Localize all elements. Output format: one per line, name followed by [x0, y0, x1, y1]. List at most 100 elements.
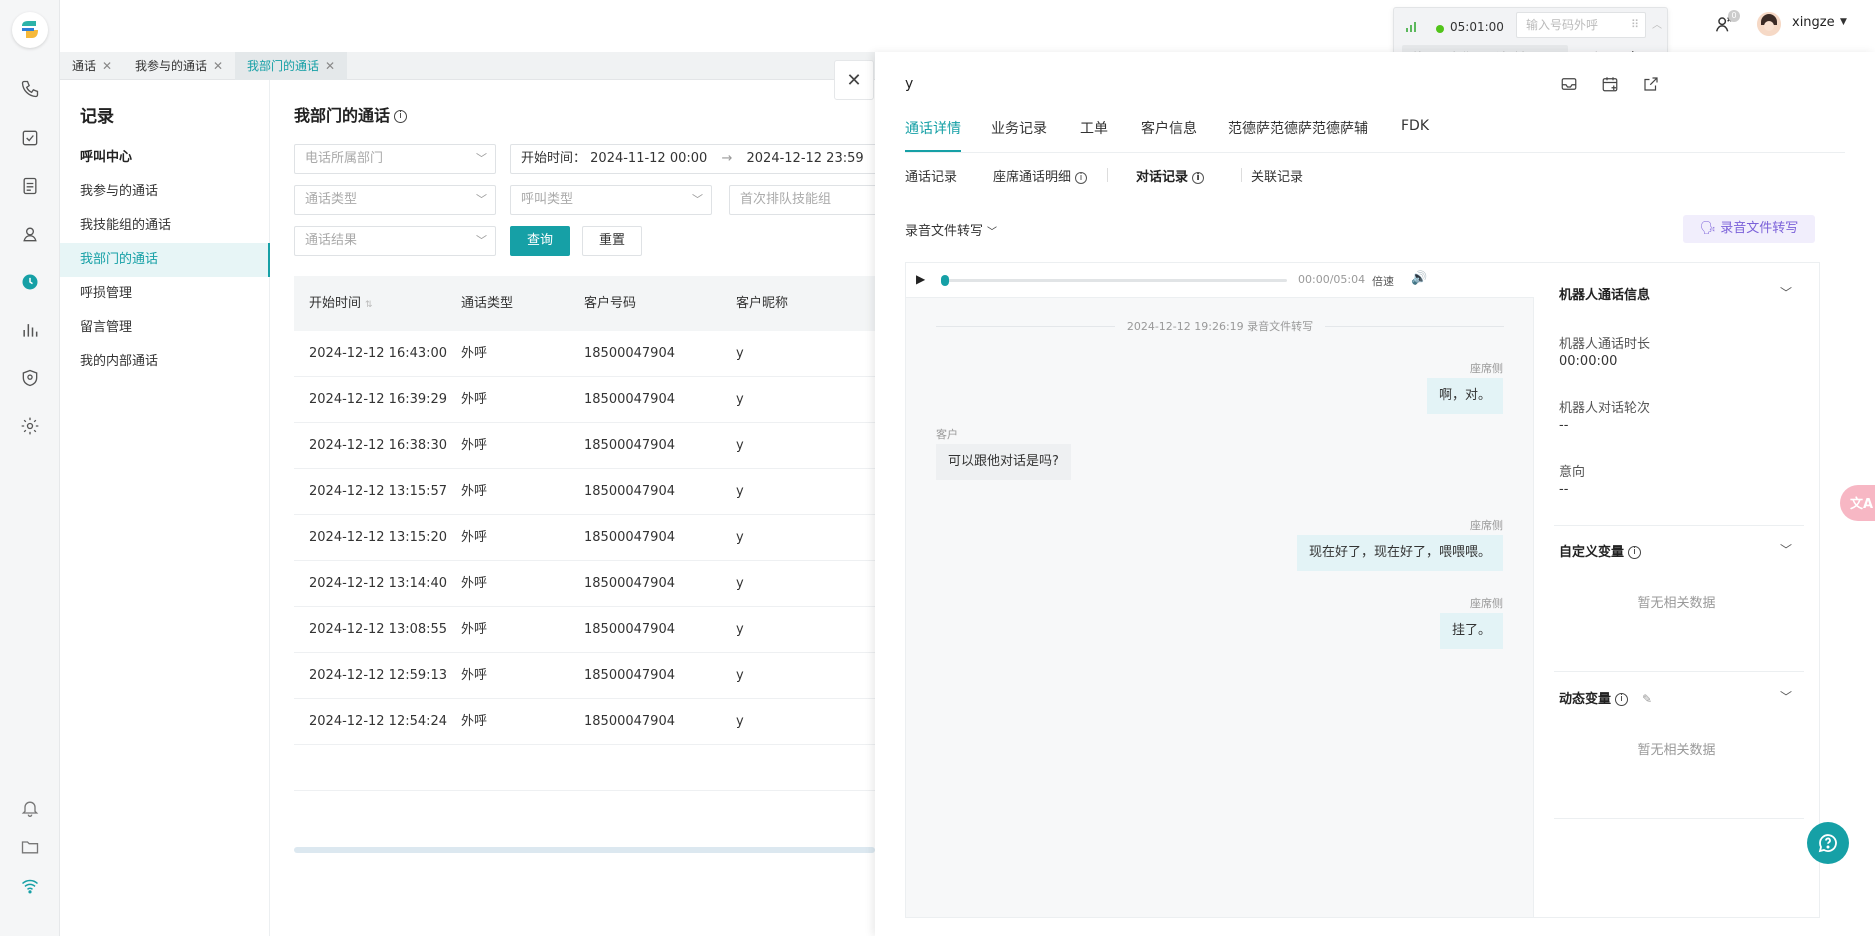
header-start-time[interactable]: 开始时间 ⇅: [309, 276, 373, 333]
table-row[interactable]: 2024-12-12 12:59:13 外呼 18500047904 y: [294, 653, 875, 699]
sidebar-item-my-department[interactable]: 我部门的通话: [60, 243, 270, 277]
tab-my-department[interactable]: 我部门的通话 ✕: [235, 52, 348, 80]
app-logo[interactable]: [12, 12, 48, 48]
shield-icon[interactable]: [18, 366, 42, 390]
username[interactable]: xingze: [1792, 15, 1835, 30]
tab-my-participated[interactable]: 我参与的通话 ✕: [123, 52, 235, 80]
dial-input[interactable]: 输入号码外呼 ⠿: [1516, 12, 1646, 38]
table-row[interactable]: 2024-12-12 13:08:55 外呼 18500047904 y: [294, 607, 875, 653]
sidebar-item-my-participated[interactable]: 我参与的通话: [60, 175, 270, 209]
records-clock-icon[interactable]: [18, 270, 42, 294]
query-button[interactable]: 查询: [510, 226, 570, 256]
speaker-label: 座席侧: [1470, 597, 1503, 610]
speed-button[interactable]: 倍速: [1372, 273, 1394, 289]
team-icon[interactable]: 0: [1713, 10, 1740, 37]
avatar[interactable]: [1757, 12, 1781, 36]
info-icon[interactable]: i: [1628, 546, 1642, 559]
call-type-select[interactable]: 通话类型 ﹀: [294, 185, 496, 215]
table-row[interactable]: 2024-12-12 16:43:00 外呼 18500047904 y: [294, 331, 875, 377]
tab-work-order[interactable]: 工单: [1080, 118, 1108, 152]
cell-call-type: 外呼: [461, 392, 488, 407]
section-divider: [1554, 525, 1804, 526]
progress-track[interactable]: [941, 275, 1287, 286]
horizontal-scrollbar[interactable]: [294, 847, 875, 853]
tab-calls[interactable]: 通话 ✕: [60, 52, 124, 80]
calendar-add-icon[interactable]: [1601, 75, 1619, 97]
robot-rounds-value: --: [1559, 418, 1569, 433]
bell-icon[interactable]: [18, 796, 42, 820]
table-row[interactable]: 2024-12-12 13:15:20 外呼 18500047904 y: [294, 515, 875, 561]
close-drawer-button[interactable]: ✕: [834, 60, 874, 100]
sidebar-item-call-center[interactable]: 呼叫中心: [60, 141, 270, 175]
call-type-placeholder: 通话类型: [305, 192, 358, 207]
tab-business-records[interactable]: 业务记录: [991, 118, 1047, 152]
open-external-icon[interactable]: [1642, 75, 1660, 97]
chevron-down-icon: ﹀: [476, 152, 487, 165]
tab-custom[interactable]: 范德萨范德萨范德萨辅: [1228, 118, 1368, 152]
robot-rounds-label: 机器人对话轮次: [1559, 401, 1651, 416]
header-label: 开始时间: [309, 296, 362, 311]
table-row[interactable]: 2024-12-12 13:15:57 外呼 18500047904 y: [294, 469, 875, 515]
sort-icon[interactable]: ⇅: [365, 300, 373, 310]
start-time-range[interactable]: 开始时间： 2024-11-12 00:00 → 2024-12-12 23:5…: [510, 144, 890, 174]
contacts-icon[interactable]: [18, 222, 42, 246]
translate-float-button[interactable]: 文A: [1840, 485, 1875, 521]
document-icon[interactable]: [18, 174, 42, 198]
close-icon[interactable]: ✕: [102, 59, 112, 73]
subtab-related-records[interactable]: 关联记录: [1251, 166, 1303, 185]
chevron-down-icon[interactable]: ﹀: [1780, 688, 1792, 705]
chat-header-text: 2024-12-12 19:26:19 录音文件转写: [1114, 320, 1326, 333]
play-icon[interactable]: ▶: [916, 272, 925, 286]
sidebar-item-lost-calls[interactable]: 呼损管理: [60, 277, 270, 311]
mail-icon[interactable]: [1560, 75, 1578, 97]
tab-fdk[interactable]: FDK: [1401, 118, 1429, 152]
report-chart-icon[interactable]: [18, 318, 42, 342]
info-icon[interactable]: i: [394, 110, 408, 123]
progress-handle[interactable]: [941, 275, 949, 286]
table-row[interactable]: 2024-12-12 16:38:30 外呼 18500047904 y: [294, 423, 875, 469]
custom-vars-title: 自定义变量 i: [1559, 541, 1642, 560]
transcribe-dropdown[interactable]: 录音文件转写 ﹀: [905, 220, 997, 239]
user-menu-caret-icon[interactable]: ▼: [1840, 17, 1847, 27]
tab-customer-info[interactable]: 客户信息: [1141, 118, 1197, 152]
sidebar-item-my-skill-group[interactable]: 我技能组的通话: [60, 209, 270, 243]
tab-call-detail[interactable]: 通话详情: [905, 118, 961, 152]
sidebar-item-voicemail[interactable]: 留言管理: [60, 311, 270, 345]
settings-gear-icon[interactable]: [18, 414, 42, 438]
subtab-agent-detail[interactable]: 座席通话明细 i: [993, 166, 1088, 185]
tab-label: 通话: [72, 59, 97, 73]
volume-icon[interactable]: 🔊: [1411, 271, 1427, 286]
edit-pencil-icon[interactable]: ✎: [1642, 692, 1652, 706]
table-row[interactable]: 2024-12-12 12:54:24 外呼 18500047904 y: [294, 699, 875, 745]
result-placeholder: 通话结果: [305, 233, 358, 248]
table-row[interactable]: 2024-12-12 16:39:29 外呼 18500047904 y: [294, 377, 875, 423]
dial-type-select[interactable]: 呼叫类型 ﹀: [510, 185, 712, 215]
task-icon[interactable]: [18, 126, 42, 150]
cell-customer-nickname: y: [736, 714, 744, 729]
reset-button[interactable]: 重置: [582, 226, 642, 256]
chevron-down-icon[interactable]: ﹀: [1780, 284, 1792, 301]
cell-call-type: 外呼: [461, 668, 488, 683]
subtab-conversation[interactable]: 对话记录 i: [1136, 166, 1205, 185]
sidebar-item-internal-calls[interactable]: 我的内部通话: [60, 345, 270, 379]
close-icon[interactable]: ✕: [213, 59, 223, 73]
folder-icon[interactable]: [18, 835, 42, 859]
department-select[interactable]: 电话所属部门 ﹀: [294, 144, 496, 174]
info-icon[interactable]: i: [1192, 171, 1205, 184]
table-row[interactable]: 2024-12-12 13:14:40 外呼 18500047904 y: [294, 561, 875, 607]
cell-start-time: 2024-12-12 12:59:13: [309, 668, 448, 683]
info-icon[interactable]: i: [1615, 693, 1629, 706]
info-icon[interactable]: i: [1075, 171, 1088, 184]
phone-icon[interactable]: [18, 77, 42, 101]
collapse-chevron-icon[interactable]: ︿: [1652, 16, 1662, 31]
subtab-call-records[interactable]: 通话记录: [905, 166, 957, 185]
help-chat-button[interactable]: [1807, 822, 1849, 864]
tab-label: 我参与的通话: [135, 59, 208, 73]
table-row[interactable]: [294, 745, 875, 791]
close-icon[interactable]: ✕: [325, 59, 335, 73]
audio-player: ▶ 00:00/05:04 倍速 🔊: [906, 263, 1534, 298]
transcribe-button[interactable]: 🗣 录音文件转写: [1683, 215, 1815, 243]
call-result-select[interactable]: 通话结果 ﹀: [294, 226, 496, 256]
chevron-down-icon[interactable]: ﹀: [1780, 541, 1792, 558]
keypad-icon[interactable]: ⠿: [1631, 13, 1639, 37]
